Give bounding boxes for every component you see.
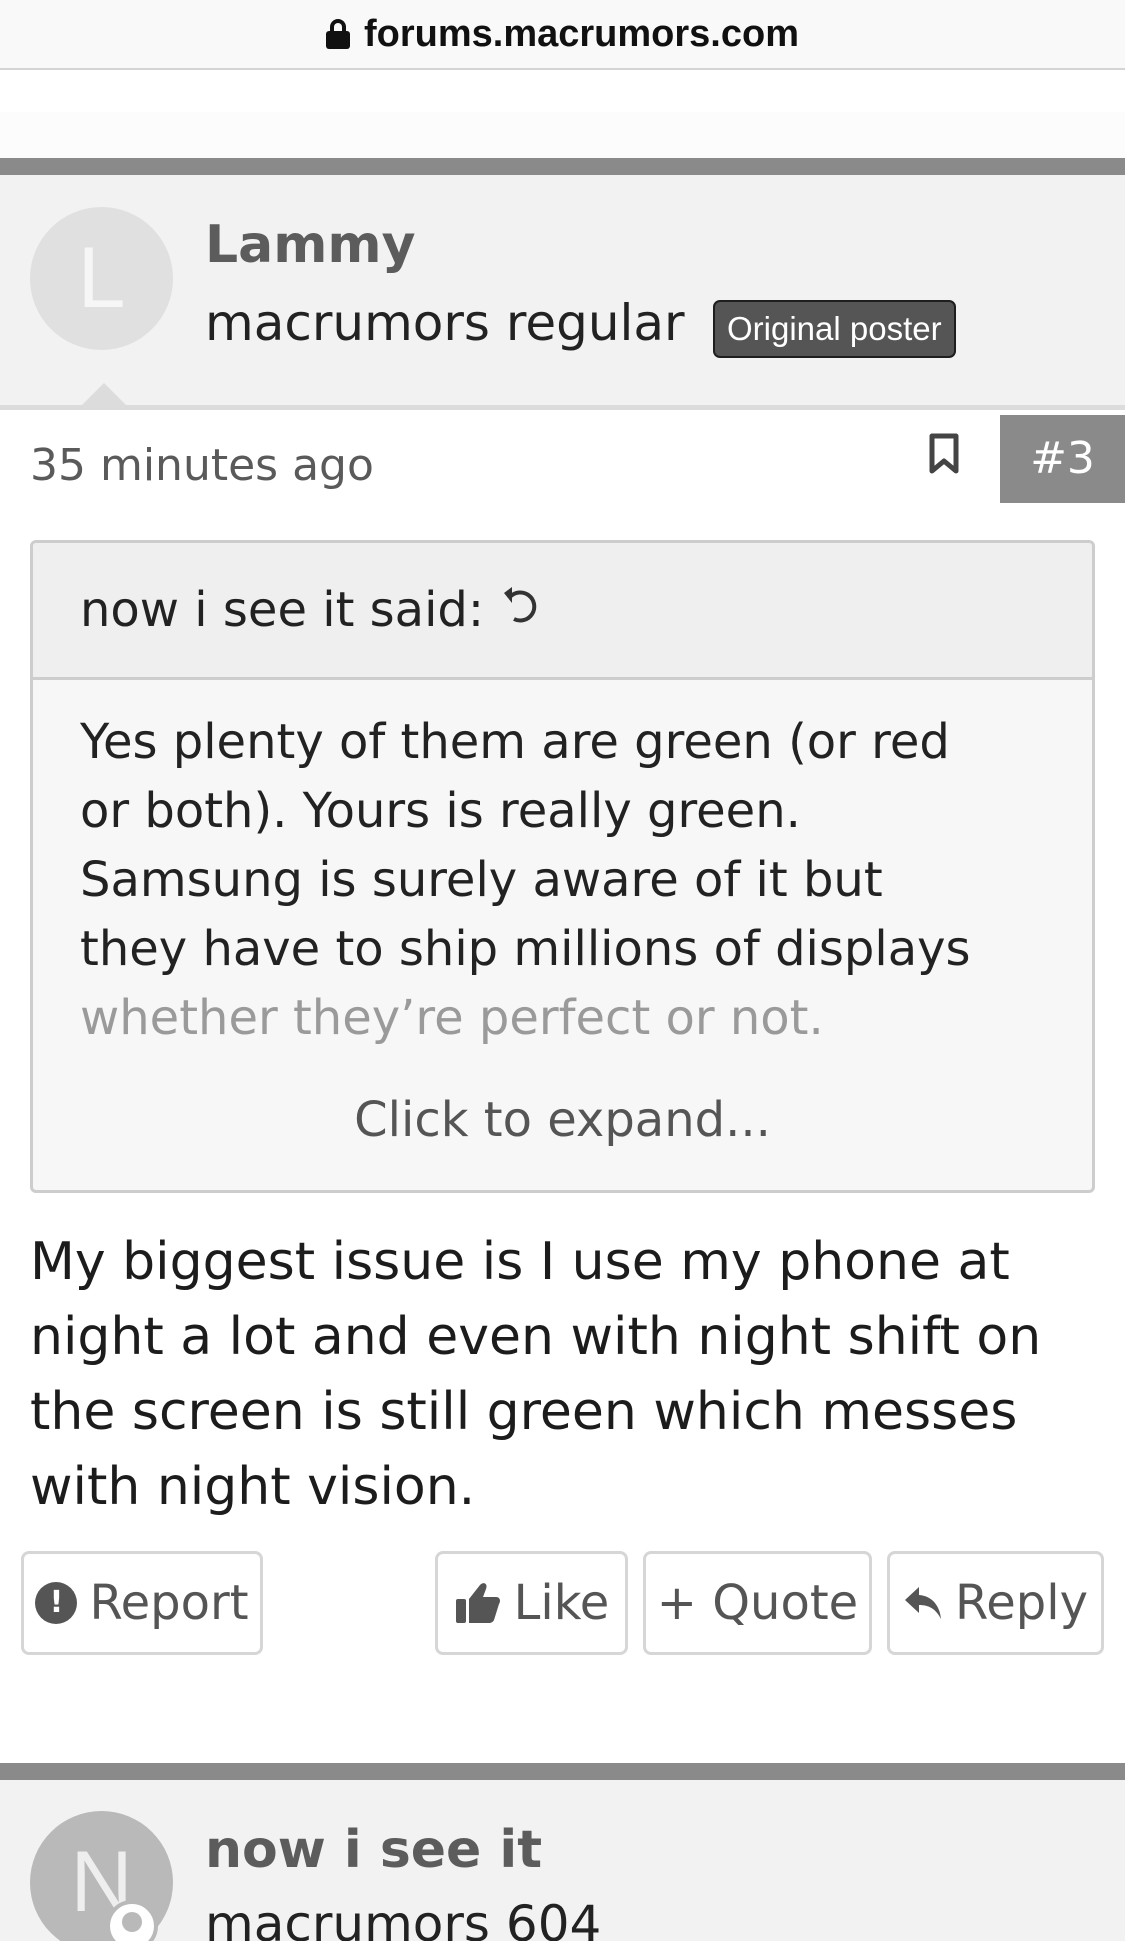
post-message: My biggest issue is I use my phone at ni… xyxy=(30,1225,1105,1525)
message-line: with night vision. xyxy=(30,1457,476,1517)
quote-line-faded: whether they’re perfect or not. xyxy=(80,990,824,1046)
avatar[interactable]: L xyxy=(30,207,173,350)
reply-icon xyxy=(903,1585,943,1621)
header-caret xyxy=(78,383,130,409)
post-number[interactable]: #3 xyxy=(1000,415,1125,503)
post-divider xyxy=(0,158,1125,175)
like-button[interactable]: Like xyxy=(435,1551,628,1655)
bookmark-icon[interactable] xyxy=(928,433,960,475)
report-label: Report xyxy=(89,1575,249,1631)
quote-line: Yes plenty of them are green (or red xyxy=(80,714,950,770)
message-line: the screen is still green which messes xyxy=(30,1382,1018,1442)
next-post-user-title: macrumors 604 xyxy=(205,1895,602,1941)
avatar-letter: L xyxy=(77,230,126,326)
report-icon: ! xyxy=(35,1582,78,1624)
lock-icon xyxy=(325,19,350,49)
next-post-author[interactable]: now i see it xyxy=(205,1820,542,1880)
report-button[interactable]: ! Report xyxy=(21,1551,263,1655)
quote-block: now i see it said: Yes plenty of them ar… xyxy=(30,540,1095,1193)
page-spacer xyxy=(0,112,1125,158)
message-line: night a lot and even with night shift on xyxy=(30,1307,1042,1367)
url-bar[interactable]: forums.macrumors.com xyxy=(0,0,1125,70)
post-author[interactable]: Lammy xyxy=(205,215,416,275)
like-label: Like xyxy=(513,1575,610,1631)
post-timestamp[interactable]: 35 minutes ago xyxy=(30,440,374,491)
quote-body: Yes plenty of them are green (or red or … xyxy=(33,680,1092,1053)
reply-button[interactable]: Reply xyxy=(887,1551,1104,1655)
post-divider xyxy=(0,1763,1125,1780)
user-title: macrumors regular xyxy=(205,294,685,352)
message-line: My biggest issue is I use my phone at xyxy=(30,1232,1010,1292)
original-poster-badge: Original poster xyxy=(713,300,956,358)
quote-button[interactable]: + Quote xyxy=(643,1551,872,1655)
quote-line: Samsung is surely aware of it but xyxy=(80,852,883,908)
quote-header[interactable]: now i see it said: xyxy=(33,543,1092,680)
page: forums.macrumors.com L Lammy macrumors r… xyxy=(0,0,1125,1941)
quote-label: + Quote xyxy=(656,1575,859,1631)
quote-line: they have to ship millions of displays xyxy=(80,921,971,977)
go-to-original-icon[interactable] xyxy=(502,583,542,638)
url-text: forums.macrumors.com xyxy=(363,12,799,55)
quote-author: now i see it said: xyxy=(80,582,485,638)
thumbs-up-icon xyxy=(454,1581,502,1625)
click-to-expand-link[interactable]: Click to expand... xyxy=(33,1092,1092,1148)
reply-label: Reply xyxy=(955,1575,1088,1631)
quote-line: or both). Yours is really green. xyxy=(80,783,801,839)
